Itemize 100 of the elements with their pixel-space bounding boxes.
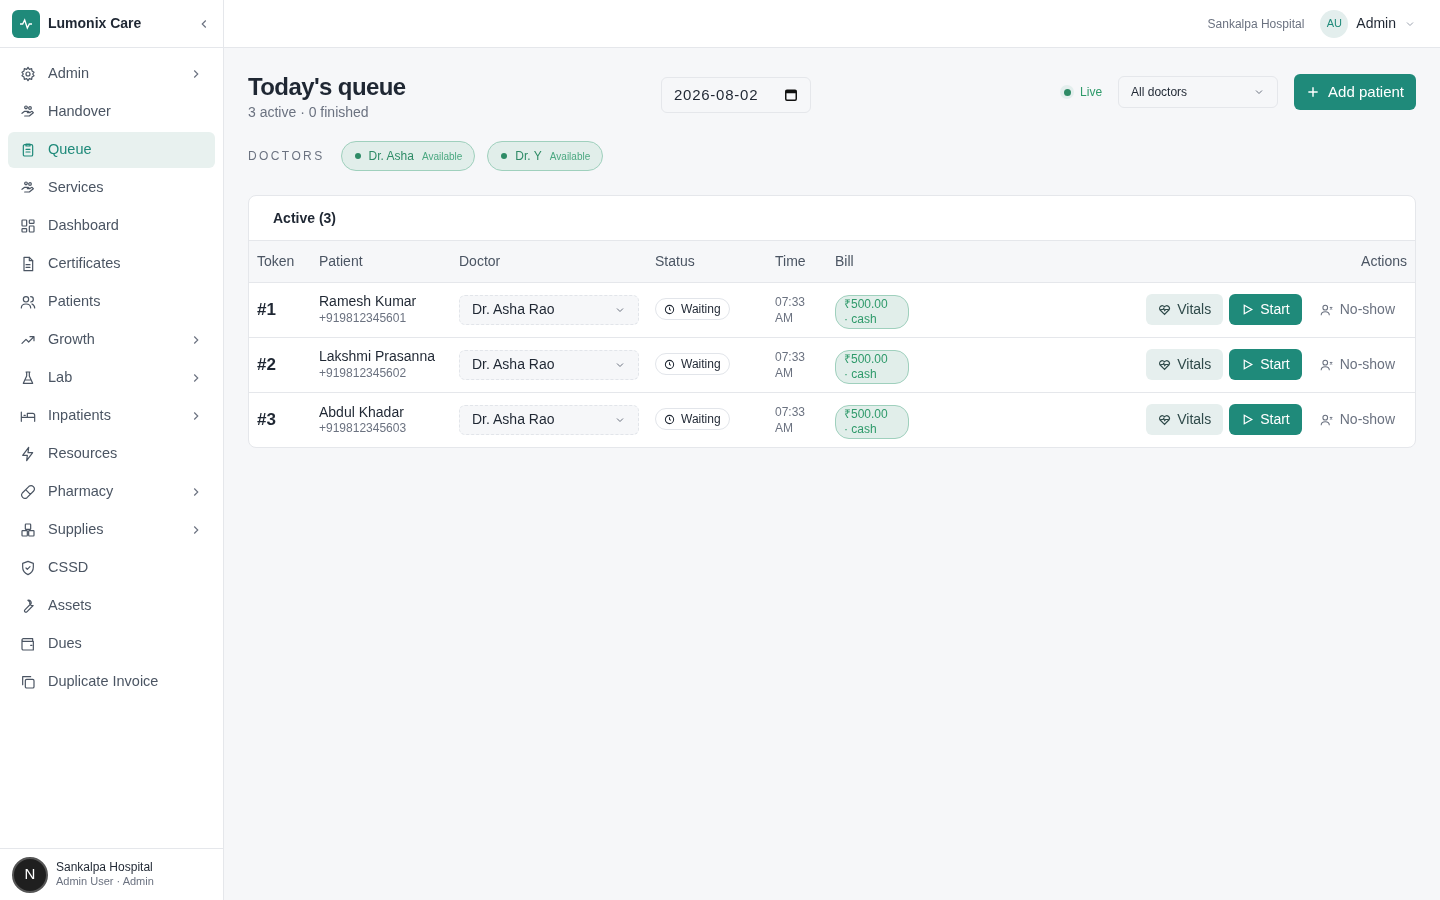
vitals-button[interactable]: Vitals bbox=[1146, 294, 1224, 325]
doctor-dropdown[interactable]: Dr. Asha Rao bbox=[459, 349, 639, 380]
heart-pulse-icon bbox=[1158, 358, 1172, 371]
gear-icon bbox=[20, 66, 36, 82]
column-header: Status bbox=[655, 252, 695, 269]
play-icon bbox=[1241, 358, 1255, 371]
document-icon bbox=[20, 256, 36, 272]
column-header: Token bbox=[257, 252, 295, 269]
column-header: Time bbox=[775, 252, 806, 269]
hand-icon bbox=[20, 180, 36, 196]
shield-icon bbox=[20, 560, 36, 576]
sidebar-item[interactable]: Inpatients bbox=[8, 398, 215, 434]
live-indicator-icon bbox=[1060, 85, 1075, 99]
sidebar-item[interactable]: Pharmacy bbox=[8, 474, 215, 510]
logo-icon bbox=[12, 9, 40, 38]
dev-badge[interactable]: N bbox=[12, 856, 48, 893]
clock-icon bbox=[664, 413, 675, 425]
column-header: Actions bbox=[1361, 252, 1407, 269]
sidebar-item[interactable]: CSSD bbox=[8, 550, 215, 586]
user-avatar: AU bbox=[1320, 9, 1349, 38]
clock-icon bbox=[664, 303, 675, 315]
heart-pulse-icon bbox=[1158, 303, 1172, 316]
user-x-icon bbox=[1319, 412, 1334, 427]
column-header: Doctor bbox=[459, 252, 501, 269]
bed-icon bbox=[20, 408, 36, 424]
sidebar-item[interactable]: Supplies bbox=[8, 512, 215, 548]
date-field[interactable]: 2026-08-02 bbox=[661, 77, 811, 113]
clipboard-icon bbox=[20, 142, 36, 158]
start-button[interactable]: Start bbox=[1229, 404, 1302, 436]
bill-badge: ₹500.00 · cash bbox=[835, 294, 909, 329]
no-show-button[interactable]: No-show bbox=[1307, 349, 1407, 380]
user-name: Admin bbox=[1356, 14, 1396, 33]
patient-name: Lakshmi Prasanna bbox=[319, 348, 436, 366]
start-button[interactable]: Start bbox=[1229, 349, 1302, 380]
token-number: #3 bbox=[257, 410, 276, 429]
card-title: Active (3) bbox=[273, 208, 337, 228]
doctor-name: Dr. Y bbox=[515, 148, 542, 165]
sidebar-item[interactable]: Growth bbox=[8, 322, 215, 358]
doctor-name: Dr. Asha bbox=[368, 148, 414, 165]
hospital-name: Sankalpa Hospital bbox=[1207, 15, 1305, 33]
token-number: #1 bbox=[257, 299, 276, 319]
boxes-icon bbox=[20, 522, 36, 538]
doctor-filter-dropdown[interactable]: All doctors bbox=[1118, 76, 1279, 108]
flask-icon bbox=[20, 370, 36, 386]
sidebar-item[interactable]: Services bbox=[8, 170, 215, 206]
hospital-name: Sankalpa Hospital bbox=[56, 860, 154, 876]
column-header: Bill bbox=[835, 252, 854, 269]
heart-pulse-icon bbox=[1158, 413, 1172, 427]
vitals-button[interactable]: Vitals bbox=[1146, 404, 1224, 436]
plus-icon bbox=[1306, 85, 1321, 99]
sidebar-item[interactable]: Queue bbox=[8, 132, 215, 168]
queue-time: 07:33 AM bbox=[775, 293, 807, 326]
bill-badge: ₹500.00 · cash bbox=[835, 404, 909, 439]
sidebar-item[interactable]: Assets bbox=[8, 588, 215, 624]
clock-icon bbox=[664, 358, 675, 370]
start-button[interactable]: Start bbox=[1229, 294, 1302, 325]
sidebar-item[interactable]: Handover bbox=[8, 94, 215, 130]
availability-label: Available bbox=[549, 149, 591, 164]
user-x-icon bbox=[1319, 357, 1334, 372]
hand-icon bbox=[20, 104, 36, 120]
copy-icon bbox=[20, 674, 36, 690]
patient-phone: +919812345602 bbox=[319, 365, 408, 381]
no-show-button[interactable]: No-show bbox=[1307, 294, 1407, 325]
vitals-button[interactable]: Vitals bbox=[1146, 349, 1224, 380]
page-subtitle: 3 active · 0 finished bbox=[248, 103, 370, 122]
doctor-dropdown[interactable]: Dr. Asha Rao bbox=[459, 404, 639, 435]
sidebar-item[interactable]: Certificates bbox=[8, 246, 215, 282]
doctor-chip[interactable]: Dr. Asha Available bbox=[340, 141, 476, 171]
live-label: Live bbox=[1080, 84, 1103, 101]
calendar-icon[interactable] bbox=[784, 88, 798, 102]
patient-name: Ramesh Kumar bbox=[319, 293, 418, 311]
availability-label: Available bbox=[421, 149, 463, 164]
sidebar-item[interactable]: Dashboard bbox=[8, 208, 215, 244]
user-x-icon bbox=[1319, 302, 1334, 317]
sidebar-item[interactable]: Dues bbox=[8, 626, 215, 662]
sidebar-item[interactable]: Lab bbox=[8, 360, 215, 396]
bill-badge: ₹500.00 · cash bbox=[835, 349, 909, 384]
pill-icon bbox=[20, 484, 36, 500]
patient-name: Abdul Khadar bbox=[319, 403, 405, 421]
column-header: Patient bbox=[319, 252, 363, 269]
patient-phone: +919812345601 bbox=[319, 310, 408, 326]
queue-time: 07:33 AM bbox=[775, 348, 807, 381]
sidebar-item[interactable]: Resources bbox=[8, 436, 215, 472]
add-patient-button[interactable]: Add patient bbox=[1294, 74, 1416, 110]
doctor-dropdown[interactable]: Dr. Asha Rao bbox=[459, 294, 639, 325]
doctor-chip[interactable]: Dr. Y Available bbox=[487, 141, 604, 171]
doctors-label: DOCTORS bbox=[248, 148, 325, 165]
user-role: Admin User · Admin bbox=[56, 875, 154, 889]
sidebar-item[interactable]: Patients bbox=[8, 284, 215, 320]
queue-time: 07:33 AM bbox=[775, 403, 807, 436]
sidebar-item[interactable]: Admin bbox=[8, 56, 215, 92]
user-menu[interactable]: AU Admin bbox=[1320, 9, 1416, 38]
grid-icon bbox=[20, 218, 36, 234]
lightning-icon bbox=[20, 446, 36, 462]
sidebar-item[interactable]: Duplicate Invoice bbox=[8, 664, 215, 700]
patient-phone: +919812345603 bbox=[319, 421, 408, 436]
users-icon bbox=[20, 294, 36, 310]
wallet-icon bbox=[20, 636, 36, 652]
no-show-button[interactable]: No-show bbox=[1307, 404, 1407, 436]
play-icon bbox=[1241, 413, 1255, 427]
